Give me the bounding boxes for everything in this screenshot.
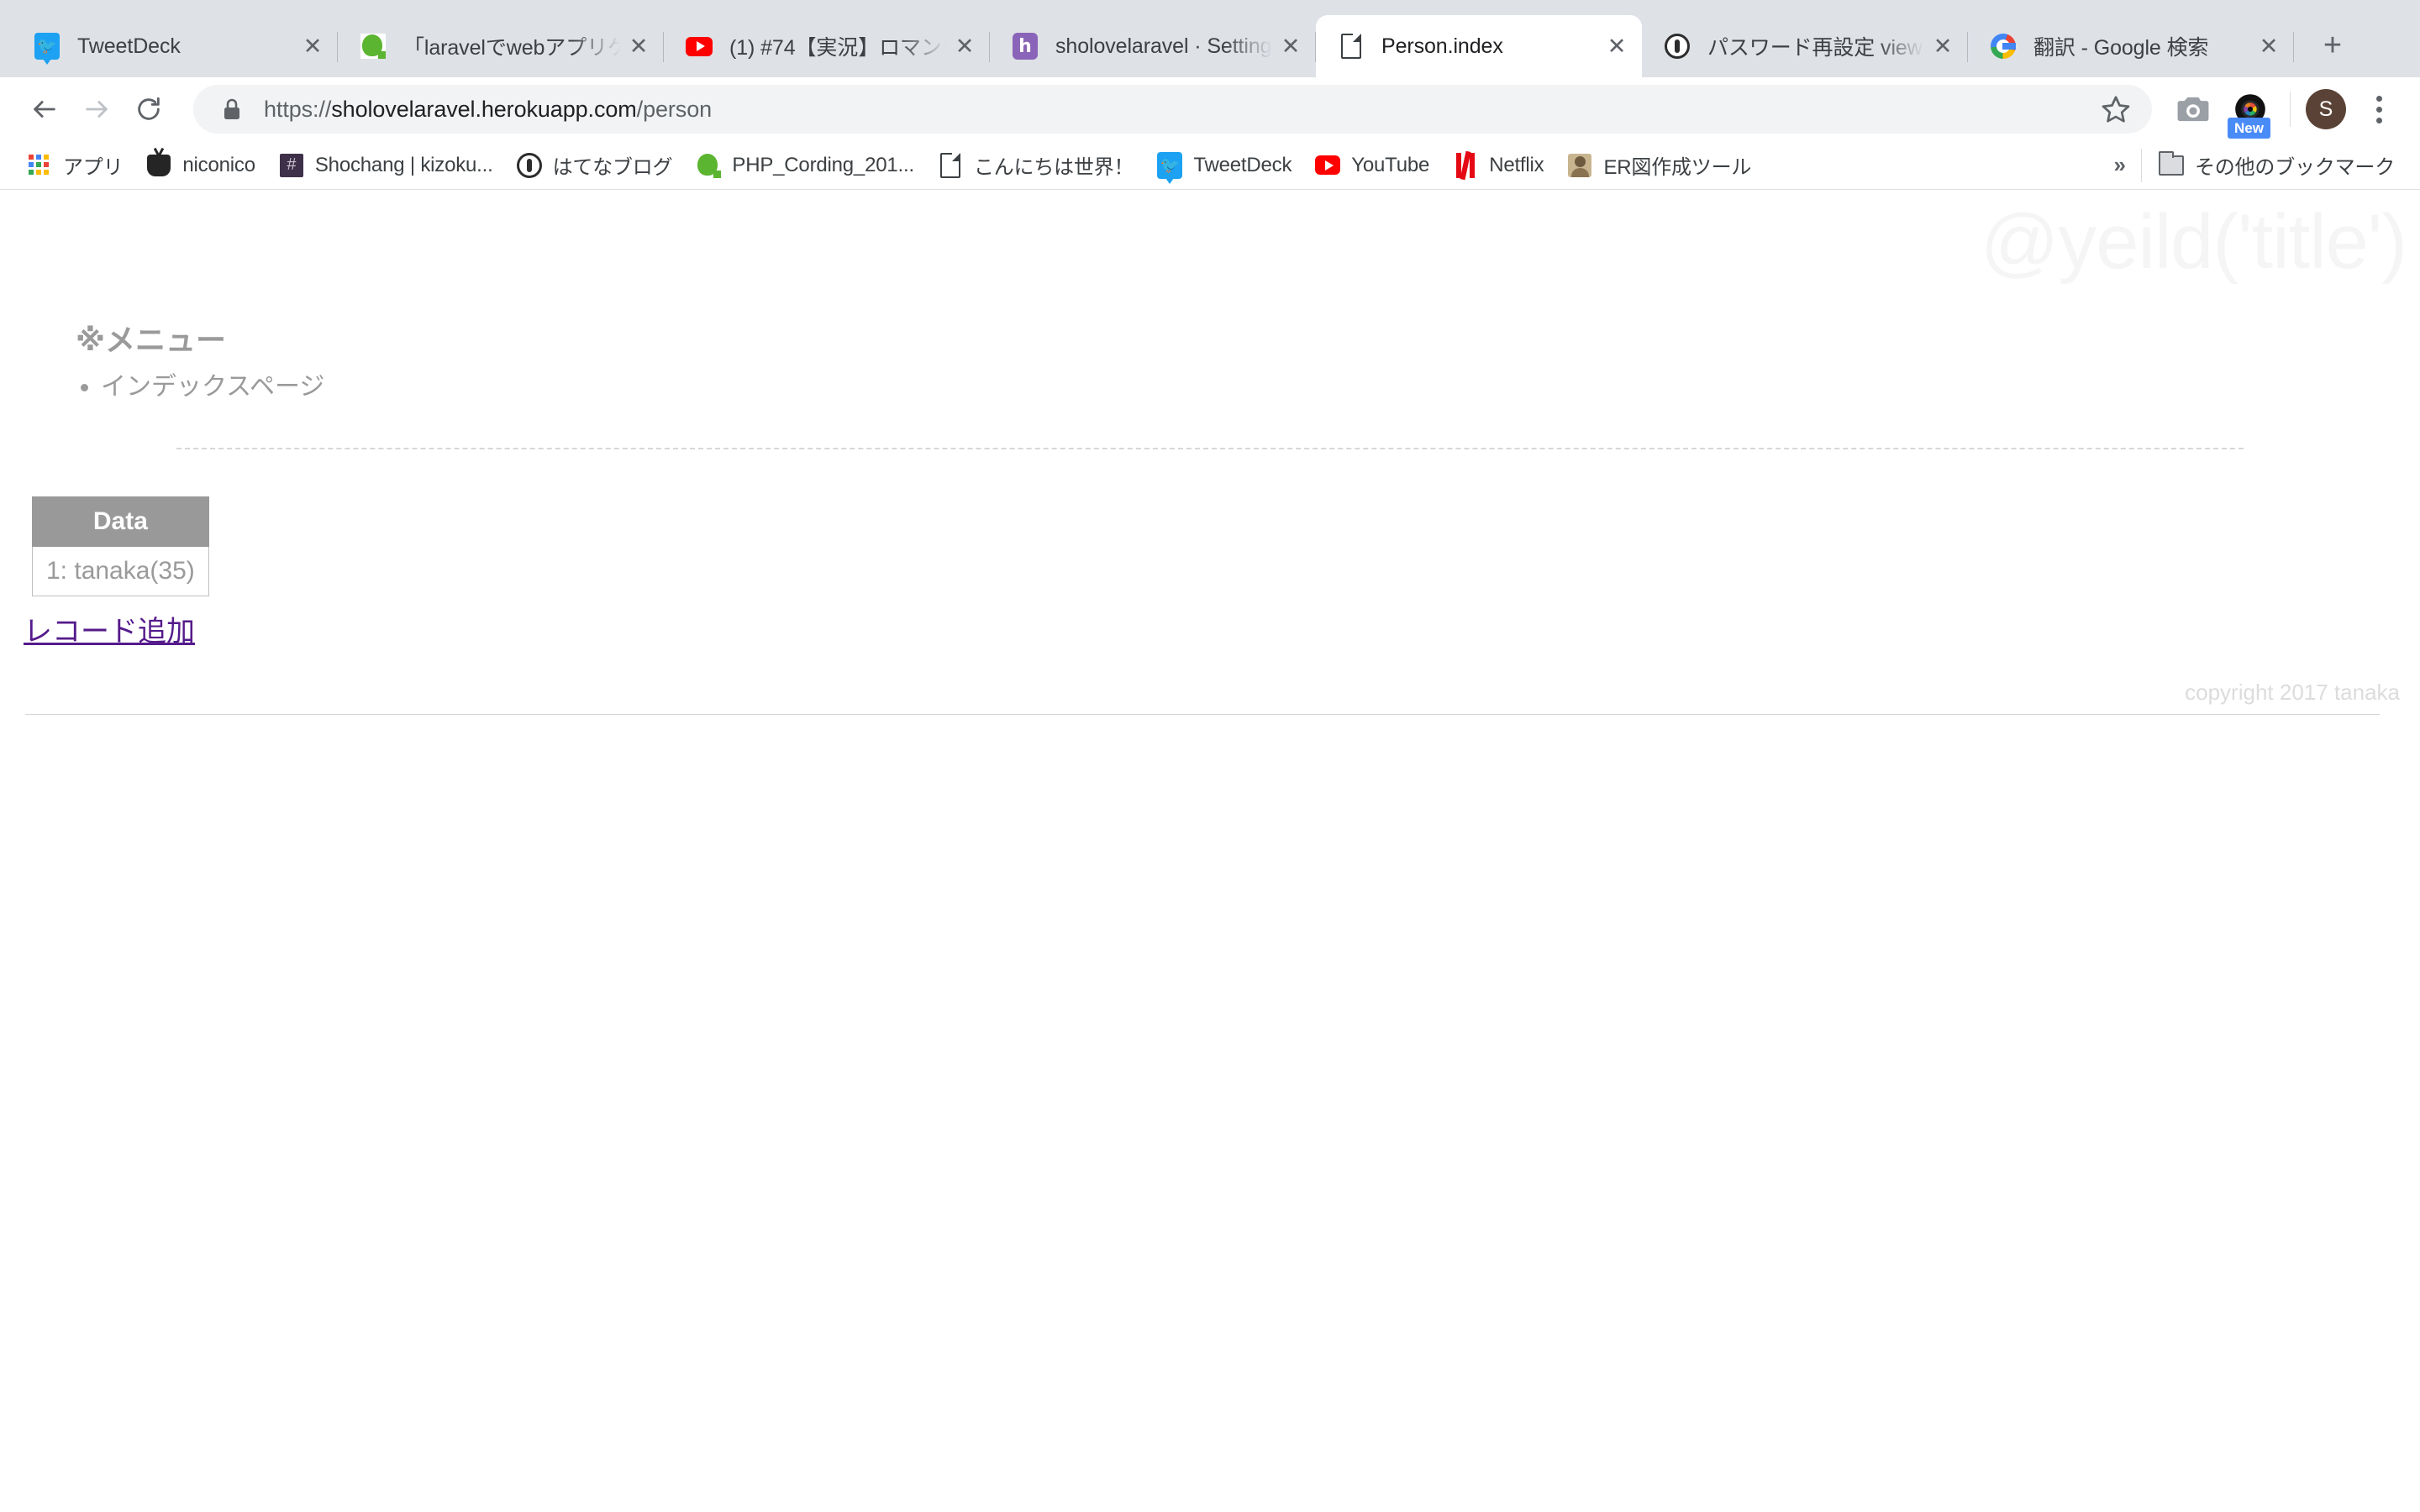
browser-tab-youtube-video[interactable]: (1) #74【実況】ロマンシ ✕ <box>664 15 990 77</box>
hash-icon: # <box>279 153 304 178</box>
browser-toolbar: https://sholovelaravel.herokuapp.com/per… <box>0 77 2420 141</box>
camera-icon[interactable] <box>2169 85 2217 134</box>
browser-tab-google-translate-search[interactable]: 翻訳 - Google 検索 ✕ <box>1968 15 2294 77</box>
bookmark-label: ER図作成ツール <box>1603 156 1752 179</box>
url-text: https://sholovelaravel.herokuapp.com/per… <box>264 97 712 123</box>
url-path: /person <box>636 96 713 122</box>
bookmark-niconico[interactable]: niconico <box>134 145 266 186</box>
bookmark-apps[interactable]: アプリ <box>15 145 134 186</box>
footer-divider <box>25 714 2380 715</box>
tab-close-button[interactable]: ✕ <box>1924 28 1961 65</box>
tab-title: TweetDeck <box>77 34 181 58</box>
other-bookmarks-label: その他のブックマーク <box>2195 156 2395 179</box>
bookmark-hello-world[interactable]: こんにちは世界！ <box>926 145 1145 186</box>
folder-icon <box>2159 150 2184 178</box>
twitter-icon: 🐦 <box>34 33 60 65</box>
lock-icon <box>222 97 242 121</box>
bookmark-shochang[interactable]: # Shochang | kizoku... <box>267 145 505 186</box>
document-icon <box>1338 33 1365 60</box>
tab-close-button[interactable]: ✕ <box>1598 28 1635 65</box>
three-dot-menu-icon[interactable] <box>2356 85 2402 134</box>
bookmark-star-button[interactable] <box>2090 83 2142 135</box>
tab-title: 「laravelでwebアプリケ <box>403 36 620 60</box>
bookmark-label: YouTube <box>1351 153 1430 176</box>
list-item: インデックスページ <box>101 368 2420 406</box>
bookmark-label: Shochang | kizoku... <box>314 153 493 176</box>
tab-strip: 🐦 TweetDeck ✕ 「laravelでwebアプリケ ✕ (1) #74… <box>0 0 2420 77</box>
tab-title: 翻訳 - Google 検索 <box>2033 36 2209 60</box>
forward-button[interactable] <box>71 83 123 135</box>
tab-close-button[interactable]: ✕ <box>2250 28 2287 65</box>
copyright-text: copyright 2017 tanaka <box>2185 680 2400 705</box>
google-icon <box>1990 33 2017 60</box>
green-q-icon <box>360 33 387 60</box>
twitter-icon: 🐦 <box>1157 151 1183 184</box>
browser-tab-heroku-settings[interactable]: h sholovelaravel · Setting ✕ <box>990 15 1316 77</box>
tab-close-button[interactable]: ✕ <box>620 28 657 65</box>
url-scheme: https:// <box>264 96 332 122</box>
menu-heading: ※メニュー <box>76 323 226 357</box>
extension-new-badge: New <box>2228 117 2270 139</box>
new-tab-button[interactable]: + <box>2306 18 2360 72</box>
hatena-icon <box>516 152 542 178</box>
tab-close-button[interactable]: ✕ <box>294 28 331 65</box>
bookmark-label: niconico <box>182 153 255 176</box>
green-q-icon <box>696 152 722 178</box>
niconico-tv-icon <box>146 153 171 178</box>
table-header-row: Data <box>32 496 209 547</box>
lens-extension-icon[interactable]: New <box>2226 85 2275 139</box>
youtube-icon <box>1315 153 1341 178</box>
reload-button[interactable] <box>123 83 175 135</box>
bookmark-label: Netflix <box>1489 153 1544 176</box>
menu-list: インデックスページ <box>101 368 2420 406</box>
tab-separator <box>2293 32 2294 62</box>
tab-title: sholovelaravel · Setting <box>1055 34 1272 58</box>
bookmark-hatena-blog[interactable]: はてなブログ <box>505 145 685 186</box>
bookmarks-separator <box>2141 148 2142 182</box>
apps-grid-icon <box>27 153 52 178</box>
bookmark-label: アプリ <box>63 156 124 179</box>
page-footer: copyright 2017 tanaka <box>0 680 2420 715</box>
browser-tab-password-reset[interactable]: パスワード再設定 view ✕ <box>1642 15 1968 77</box>
table-cell-record: 1: tanaka(35) <box>32 546 209 596</box>
bookmark-er-diagram-tool[interactable]: ER図作成ツール <box>1555 145 1763 186</box>
browser-tab-laravel-article[interactable]: 「laravelでwebアプリケ ✕ <box>338 15 664 77</box>
table-row: 1: tanaka(35) <box>32 546 209 596</box>
page-viewport: @yeild('title') ※メニュー インデックスページ Data 1: … <box>0 190 2420 1511</box>
tab-close-button[interactable]: ✕ <box>946 28 983 65</box>
bookmarks-bar: アプリ niconico # Shochang | kizoku... はてなブ… <box>0 141 2420 190</box>
tab-title: (1) #74【実況】ロマンシ <box>729 36 946 60</box>
tab-close-button[interactable]: ✕ <box>1272 28 1309 65</box>
other-bookmarks-button[interactable]: その他のブックマーク <box>2147 145 2407 186</box>
dashed-divider <box>176 448 2244 449</box>
tab-title: パスワード再設定 view <box>1707 36 1923 60</box>
browser-tab-tweetdeck[interactable]: 🐦 TweetDeck ✕ <box>12 15 338 77</box>
column-header-data: Data <box>32 496 209 547</box>
document-icon <box>938 152 963 178</box>
tab-title: Person.index <box>1381 34 1503 58</box>
page-content: ※メニュー インデックスページ Data 1: tanaka(35) レコード追… <box>0 190 2420 715</box>
back-button[interactable] <box>18 83 71 135</box>
bookmark-netflix[interactable]: Netflix <box>1441 145 1555 186</box>
bookmark-label: はてなブログ <box>552 156 673 179</box>
bookmark-label: こんにちは世界！ <box>973 156 1134 179</box>
add-record-link[interactable]: レコード追加 <box>24 608 195 649</box>
netflix-icon <box>1453 150 1478 180</box>
bookmarks-overflow-button[interactable]: » <box>2099 152 2141 178</box>
url-host: sholovelaravel.herokuapp.com <box>331 96 637 122</box>
bookmark-label: TweetDeck <box>1193 153 1292 176</box>
person-photo-icon <box>1567 153 1592 178</box>
youtube-icon <box>686 33 713 60</box>
bookmark-label: PHP_Cording_201... <box>732 153 914 176</box>
bookmark-php-cording[interactable]: PHP_Cording_201... <box>684 145 926 186</box>
data-table: Data 1: tanaka(35) <box>32 496 209 596</box>
toolbar-separator <box>2290 92 2291 127</box>
bookmark-tweetdeck[interactable]: 🐦 TweetDeck <box>1145 145 1303 186</box>
bookmark-youtube[interactable]: YouTube <box>1303 145 1441 186</box>
avatar[interactable]: S <box>2306 89 2346 129</box>
address-bar[interactable]: https://sholovelaravel.herokuapp.com/per… <box>193 85 2152 134</box>
heroku-icon: h <box>1012 33 1039 60</box>
browser-tab-person-index[interactable]: Person.index ✕ <box>1316 15 1642 77</box>
hatena-icon <box>1664 33 1691 60</box>
